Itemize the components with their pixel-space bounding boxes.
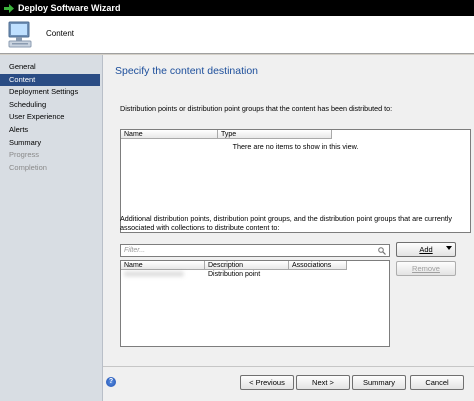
filter-placeholder: Filter...: [124, 247, 146, 254]
next-button[interactable]: Next >: [296, 375, 350, 390]
cancel-button-label: Cancel: [425, 378, 449, 387]
sidebar-item-general[interactable]: General: [0, 61, 102, 74]
column-header-name[interactable]: Name: [121, 261, 205, 270]
row-description: Distribution point: [208, 271, 261, 278]
wizard-header: Content: [0, 16, 474, 54]
column-header-description[interactable]: Description: [205, 261, 289, 270]
cancel-button[interactable]: Cancel: [410, 375, 464, 390]
column-header-associations[interactable]: Associations: [289, 261, 347, 270]
additional-label-line1: Additional distribution points, distribu…: [120, 214, 453, 223]
previous-button[interactable]: < Previous: [240, 375, 294, 390]
remove-button: Remove: [396, 261, 456, 276]
computer-icon: [8, 21, 32, 48]
sidebar-item-progress: Progress: [9, 150, 40, 160]
sidebar-item-user-experience[interactable]: User Experience: [0, 111, 102, 124]
column-header-type[interactable]: Type: [218, 130, 332, 139]
next-button-label: Next >: [312, 378, 334, 387]
sidebar-item-alerts[interactable]: Alerts: [0, 124, 102, 137]
summary-button-label: Summary: [362, 378, 396, 387]
table-row[interactable]: xxxxxxxxxxxxxxxxx Distribution point: [121, 271, 389, 281]
page-title: Specify the content destination: [115, 65, 259, 77]
window-title: Deploy Software Wizard: [18, 3, 121, 13]
summary-button[interactable]: Summary: [352, 375, 406, 390]
help-icon[interactable]: ?: [106, 377, 116, 387]
sidebar-item-content[interactable]: Content: [0, 73, 100, 87]
empty-list-message: There are no items to show in this view.: [232, 142, 359, 151]
search-icon: [378, 247, 386, 255]
add-button-label: Add: [419, 245, 433, 254]
header-title: Content: [46, 29, 75, 38]
sidebar-item-deployment-settings[interactable]: Deployment Settings: [0, 86, 102, 99]
column-header-name[interactable]: Name: [121, 130, 218, 139]
additional-label-line2: associated with collections to distribut…: [120, 223, 280, 232]
sidebar-item-summary[interactable]: Summary: [0, 137, 102, 150]
additional-distribution-list[interactable]: Name Description Associations xxxxxxxxxx…: [120, 260, 390, 347]
wizard-content: Specify the content destination Distribu…: [103, 55, 474, 401]
green-arrow-icon: [4, 3, 14, 13]
filter-input[interactable]: Filter...: [120, 244, 390, 257]
wizard-sidebar: General Content Deployment Settings Sche…: [0, 55, 103, 401]
row-name: xxxxxxxxxxxxxxxxx: [124, 271, 184, 278]
previous-button-label: < Previous: [249, 378, 285, 387]
dropdown-arrow-icon[interactable]: [446, 246, 452, 250]
remove-button-label: Remove: [412, 264, 440, 273]
sidebar-item-scheduling[interactable]: Scheduling: [0, 99, 102, 112]
distributed-label: Distribution points or distribution poin…: [120, 104, 393, 113]
window-titlebar[interactable]: Deploy Software Wizard: [0, 0, 474, 16]
sidebar-item-completion: Completion: [9, 162, 47, 172]
